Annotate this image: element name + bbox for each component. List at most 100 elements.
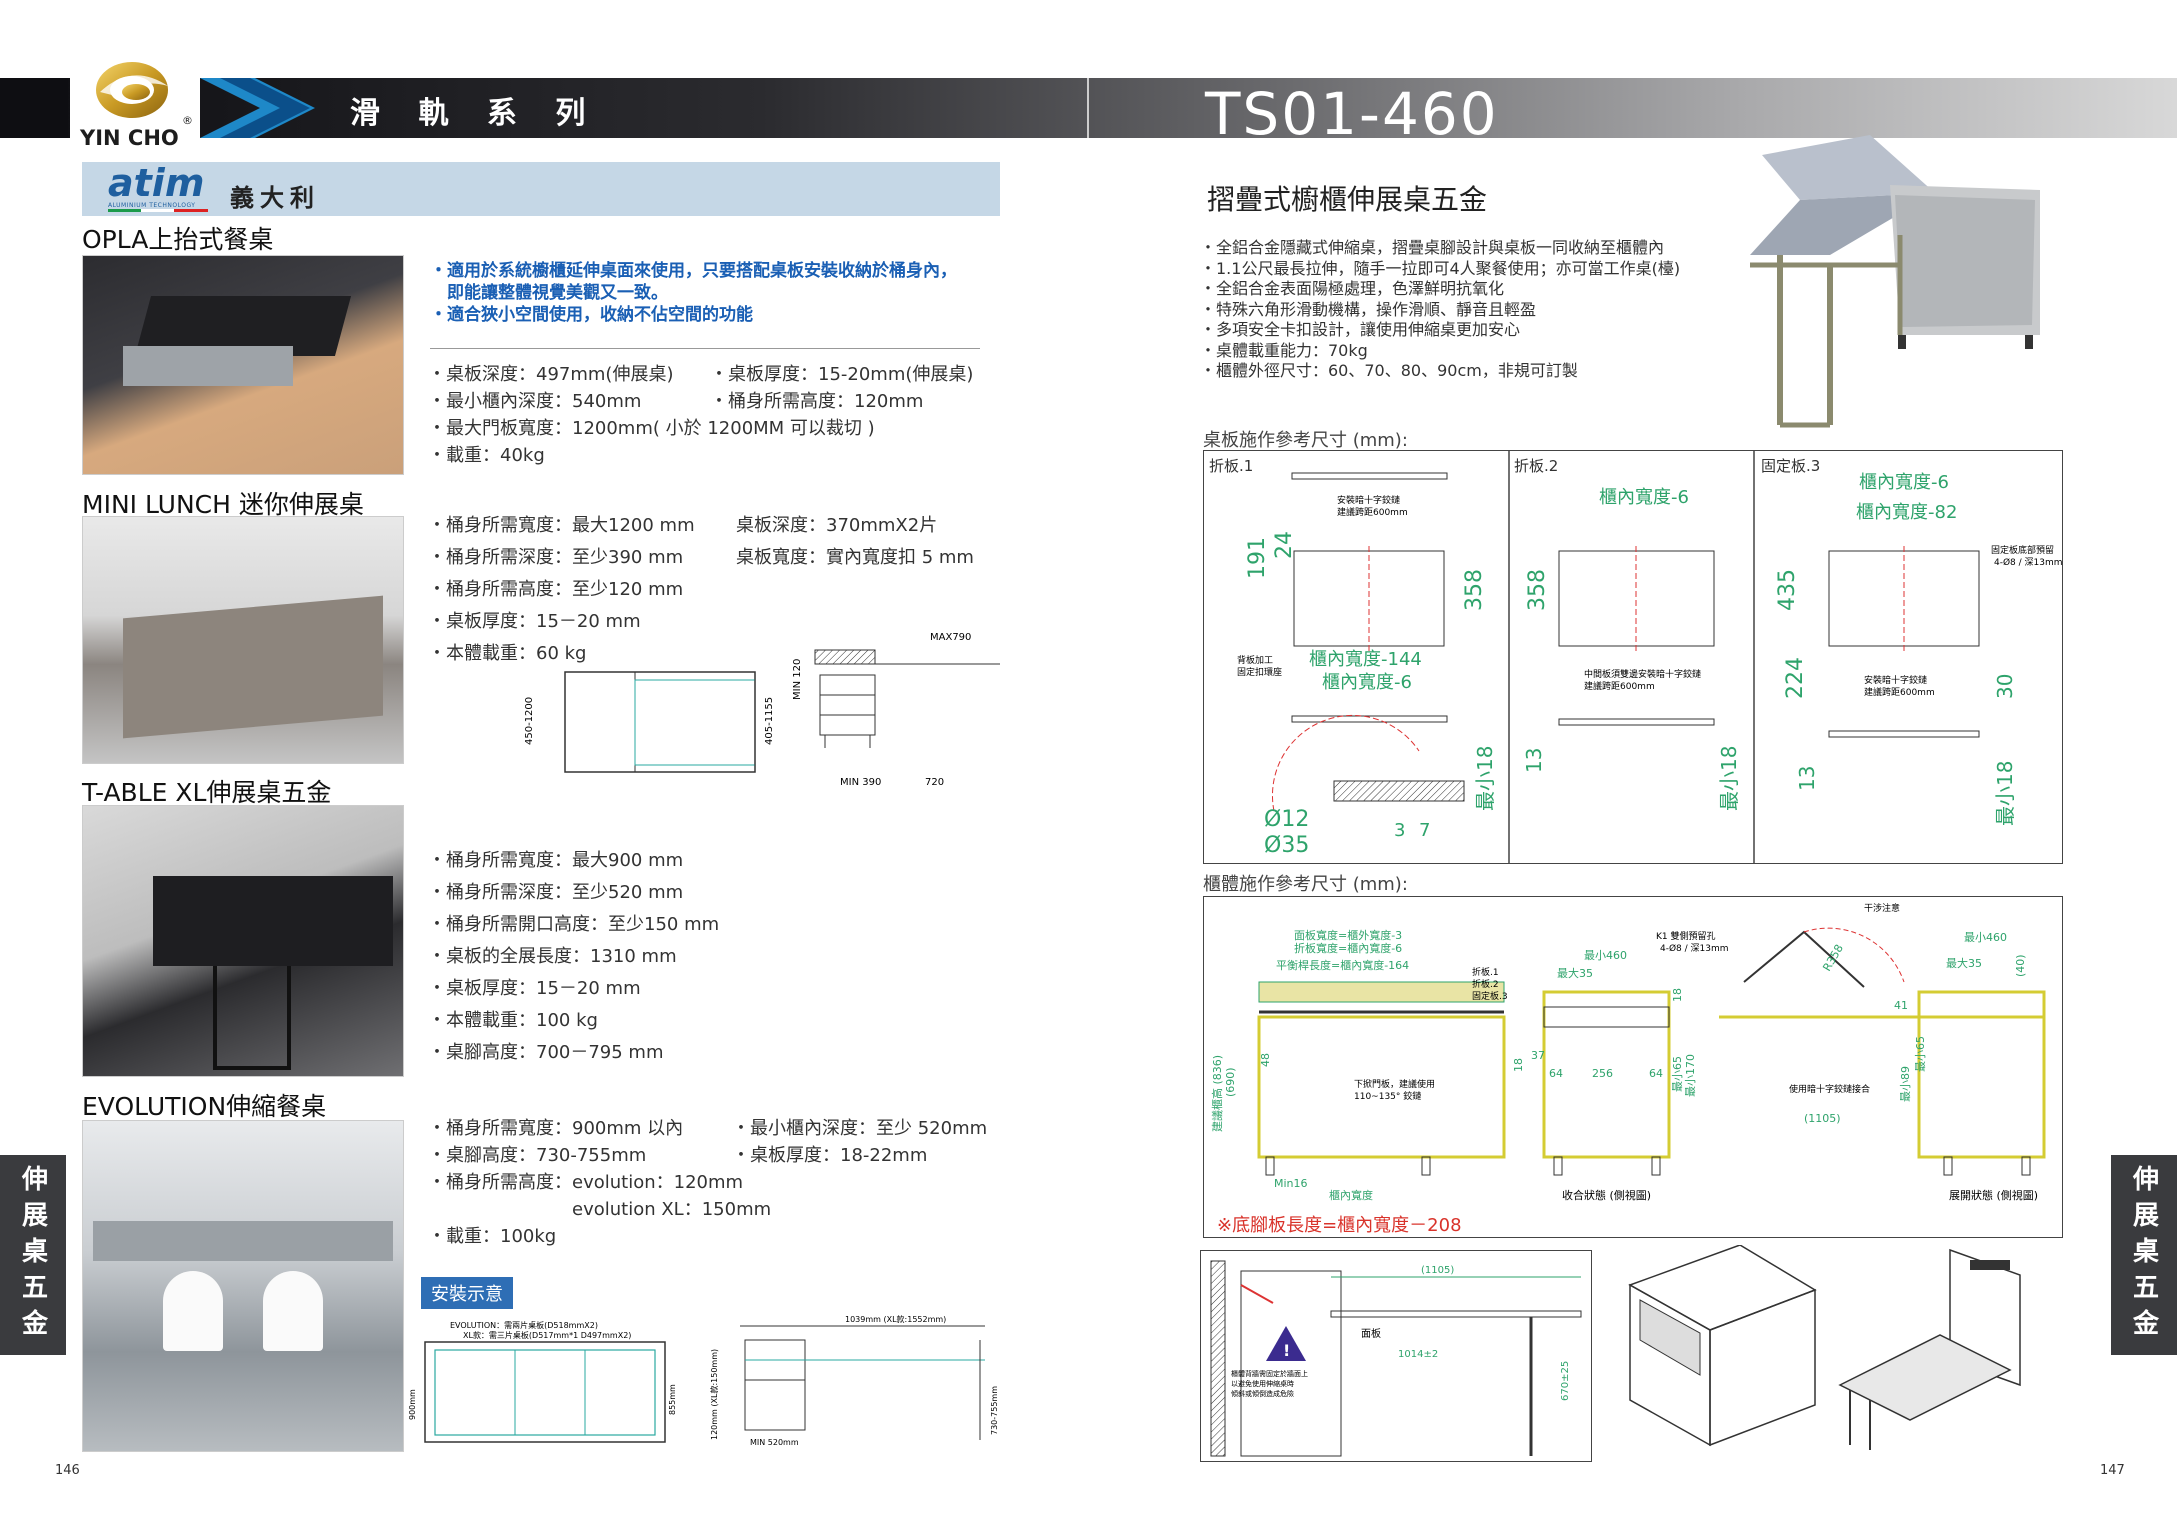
svg-text:MIN 390: MIN 390 [840,777,881,788]
svg-text:面板: 面板 [1361,1327,1381,1340]
svg-text:櫃內寬度: 櫃內寬度 [1329,1188,1373,1202]
svg-text:最小18: 最小18 [1717,746,1741,811]
svg-text:背板加工: 背板加工 [1237,654,1273,666]
svg-text:1014±2: 1014±2 [1398,1349,1438,1360]
svg-text:使用暗十字鉸鏈接合: 使用暗十字鉸鏈接合 [1789,1083,1870,1095]
svg-text:Min16: Min16 [1274,1177,1308,1190]
right-title: 摺疊式櫥櫃伸展桌五金 [1207,183,1488,216]
svg-text:固定扣環座: 固定扣環座 [1237,666,1282,678]
svg-text:最小89: 最小89 [1899,1066,1912,1102]
right-features: ・全鋁合金隱藏式伸縮桌，摺疊桌腳設計與桌板一同收納至櫃體內 ・1.1公尺最長拉伸… [1200,238,1681,380]
opla-specs-right: ・桌板厚度：15-20mm(伸展桌) ・桶身所需高度：120mm [710,364,974,412]
svg-text:最小65: 最小65 [1914,1036,1927,1072]
evolution-title: EVOLUTION伸縮餐桌 [82,1092,327,1121]
svg-text:13: 13 [1522,748,1546,773]
svg-text:256: 256 [1592,1067,1613,1080]
svg-text:建議跨距600mm: 建議跨距600mm [1584,680,1655,692]
svg-text:!: ! [1283,1341,1290,1360]
svg-text:固定板.3: 固定板.3 [1472,990,1508,1002]
product-render [1750,135,2040,428]
svg-text:®: ® [182,114,193,127]
svg-text:855mm: 855mm [668,1384,677,1415]
closed-cabinet-illustration [1628,1245,1817,1447]
svg-text:固定板底部預留: 固定板底部預留 [1991,544,2054,556]
svg-text:4-Ø8 / 深13mm: 4-Ø8 / 深13mm [1994,557,2062,568]
svg-text:358: 358 [1462,569,1487,611]
left-side-tab: 伸展桌五金 [0,1155,66,1355]
svg-text:折板.1: 折板.1 [1472,966,1499,978]
svg-text:720: 720 [925,777,944,788]
svg-text:下掀門板，建議使用: 下掀門板，建議使用 [1354,1078,1435,1090]
svg-text:折板寬度=櫃內寬度-6: 折板寬度=櫃內寬度-6 [1294,941,1402,955]
svg-text:中間板須雙邊安裝暗十字鉸鏈: 中間板須雙邊安裝暗十字鉸鏈 [1584,668,1701,680]
board-drawing: 折板.1 折板.2 固定板.3 安裝暗十字鉸鏈 建議跨距600mm 191 24… [1203,450,2063,864]
svg-text:(40): (40) [2014,954,2027,977]
svg-text:最大35: 最大35 [1946,956,1982,970]
atim-brand-band [82,162,1000,216]
evolution-drawing: EVOLUTION：需兩片桌板(D518mmX2) XL款：需三片桌板(D517… [408,1314,999,1447]
opla-photo [82,255,404,475]
panel-2-name: 折板.2 [1514,457,1558,475]
svg-text:收合狀態 (側視圖): 收合狀態 (側視圖) [1562,1188,1651,1202]
svg-text:櫃內寬度-6: 櫃內寬度-6 [1859,472,1949,493]
red-note: ※底腳板長度=櫃內寬度－208 [1217,1215,1462,1236]
svg-text:48: 48 [1259,1053,1272,1067]
svg-text:64: 64 [1549,1067,1563,1080]
svg-text:37: 37 [1531,1049,1545,1062]
svg-text:平衡桿長度=櫃內寬度-164: 平衡桿長度=櫃內寬度-164 [1276,958,1409,972]
atim-logo: atim ALUMINIUM TECHNOLOGY [108,164,208,212]
svg-text:3: 3 [1394,820,1405,841]
svg-text:18: 18 [1671,988,1684,1002]
svg-text:櫃內寬度-144: 櫃內寬度-144 [1309,649,1422,670]
opla-divider [430,348,980,349]
svg-text:13: 13 [1795,766,1819,791]
svg-text:最小460: 最小460 [1584,949,1627,962]
svg-text:30: 30 [1993,674,2017,699]
board-caption: 桌板施作參考尺寸 (mm): [1203,430,1408,451]
svg-text:櫃體背牆需固定於牆面上: 櫃體背牆需固定於牆面上 [1231,1369,1308,1378]
origin-label: 義大利 [230,184,320,212]
svg-text:面板寬度=櫃外寬度-3: 面板寬度=櫃外寬度-3 [1294,928,1402,942]
cabinet-drawing: 面板寬度=櫃外寬度-3 折板寬度=櫃內寬度-6 平衡桿長度=櫃內寬度-164 折… [1203,896,2063,1238]
svg-text:358: 358 [1525,569,1550,611]
opla-title: OPLA上抬式餐桌 [82,225,274,254]
svg-text:4-Ø8 / 深13mm: 4-Ø8 / 深13mm [1660,943,1729,954]
svg-text:最小170: 最小170 [1684,1054,1697,1097]
svg-text:Ø12: Ø12 [1264,807,1309,832]
svg-text:建議跨距600mm: 建議跨距600mm [1864,686,1935,698]
mini-lunch-drawing: 450-1200 405-1155 MAX790 MIN 120 MIN 390… [524,632,1000,788]
t-able-photo [82,805,404,1077]
svg-text:以避免使用伸縮桌時: 以避免使用伸縮桌時 [1231,1379,1294,1388]
svg-text:24: 24 [1272,531,1297,559]
model-title: TS01-460 [1205,80,1499,148]
svg-text:折板.2: 折板.2 [1472,978,1499,990]
opla-highlights: ・適用於系統櫥櫃延伸桌面來使用，只要搭配桌板安裝收納於桶身內， 即能讓整體視覺美… [430,261,957,325]
header-chevron-icon [200,78,315,138]
svg-text:最小65: 最小65 [1671,1056,1684,1092]
svg-text:K1 雙側預留孔: K1 雙側預留孔 [1656,930,1716,942]
svg-text:MIN 520mm: MIN 520mm [750,1438,799,1447]
svg-text:櫃內寬度-6: 櫃內寬度-6 [1322,672,1412,693]
svg-text:(690): (690) [1224,1067,1237,1097]
svg-text:(1105): (1105) [1421,1265,1454,1276]
svg-text:MIN 120: MIN 120 [792,659,803,700]
svg-text:XL款：需三片桌板(D517mm*1 D497mmX2): XL款：需三片桌板(D517mm*1 D497mmX2) [463,1330,631,1340]
svg-text:最小18: 最小18 [1473,746,1497,811]
svg-text:18: 18 [1512,1058,1525,1072]
svg-text:最大35: 最大35 [1557,966,1593,980]
warning-drawing: (1105) 面板 1014±2 670±25 ! 櫃體背牆需固定於牆面上 以避… [1200,1250,1592,1462]
brand-logo: ® YIN CHO [70,52,200,152]
svg-text:建議跨距600mm: 建議跨距600mm [1337,506,1408,518]
svg-text:最小18: 最小18 [1993,761,2017,826]
mini-lunch-specs-right: 桌板深度：370mmX2片 桌板寬度：實內寬度扣 5 mm [736,515,974,568]
t-able-specs: ・桶身所需寬度：最大900 mm ・桶身所需深度：至少520 mm ・桶身所需開… [428,850,720,1063]
panel-3-name: 固定板.3 [1761,457,1820,475]
svg-text:224: 224 [1783,657,1808,699]
svg-text:450-1200: 450-1200 [524,697,535,745]
svg-text:R358: R358 [1820,942,1846,973]
svg-text:435: 435 [1775,569,1800,611]
evolution-photo [82,1120,404,1452]
page-number-left: 146 [55,1463,80,1478]
evolution-specs-left: ・桶身所需寬度：900mm 以內 ・桌腳高度：730-755mm ・桶身所需高度… [428,1118,772,1247]
svg-text:傾斜或傾倒造成危險: 傾斜或傾倒造成危險 [1231,1389,1294,1398]
